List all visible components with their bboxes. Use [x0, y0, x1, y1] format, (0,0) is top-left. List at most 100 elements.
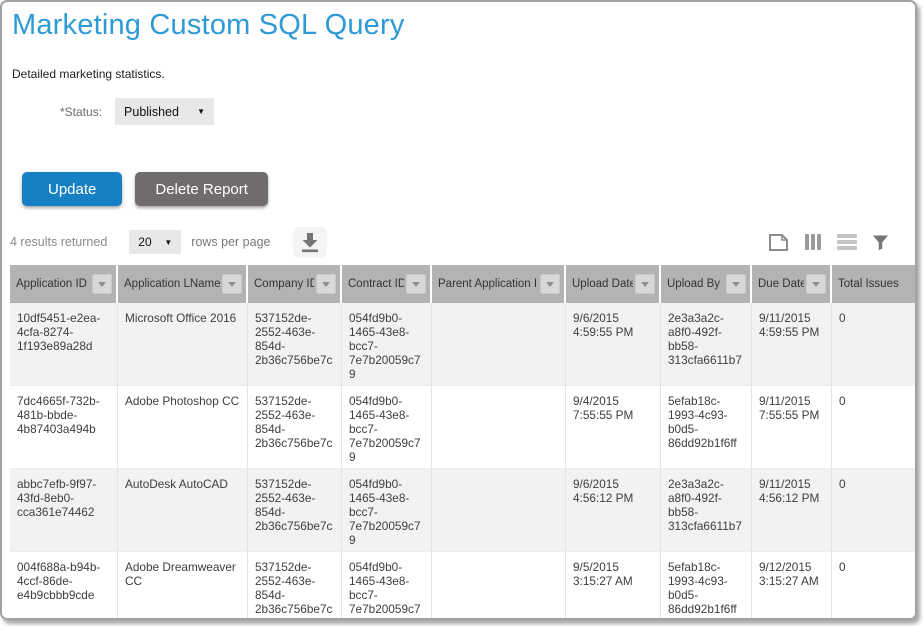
cell-total-issues: 0	[832, 303, 915, 386]
rows-per-page-label: rows per page	[191, 235, 270, 249]
chevron-down-icon	[322, 282, 330, 291]
status-select-value: Published	[124, 105, 179, 119]
column-label: Upload Date	[572, 278, 633, 290]
column-menu-button[interactable]	[540, 274, 560, 294]
cell-company-id: 537152de-2552-463e-854d-2b36c756be7c	[248, 386, 342, 469]
table-header-row: Application ID Application LName Company…	[10, 265, 915, 303]
cell-company-id: 537152de-2552-463e-854d-2b36c756be7c	[248, 552, 342, 620]
chevron-down-icon	[546, 282, 554, 291]
cell-parent-application-id	[432, 469, 566, 552]
column-label: Upload By	[667, 278, 720, 290]
status-label: *Status:	[60, 105, 102, 119]
cell-application-id: 10df5451-e2ea-4cfa-8274-1f193e89a28d	[10, 303, 118, 386]
table-row: abbc7efb-9f97-43fd-8eb0-cca361e74462 Aut…	[10, 469, 915, 552]
column-menu-button[interactable]	[316, 274, 336, 294]
chevron-down-icon	[412, 282, 420, 291]
column-label: Due Date	[758, 278, 804, 290]
column-menu-button[interactable]	[92, 274, 112, 294]
filter-button[interactable]	[872, 234, 889, 251]
chevron-down-icon	[812, 282, 820, 291]
column-menu-button[interactable]	[406, 274, 426, 294]
cell-upload-by: 5efab18c-1993-4c93-b0d5-86dd92b1f6ff	[661, 386, 752, 469]
cell-parent-application-id	[432, 386, 566, 469]
action-buttons: Update Delete Report	[2, 172, 915, 206]
cell-upload-date: 9/4/2015 7:55:55 PM	[566, 386, 661, 469]
column-label: Parent Application ID	[438, 278, 538, 290]
delete-report-button[interactable]: Delete Report	[135, 172, 268, 206]
cell-due-date: 9/11/2015 4:59:55 PM	[752, 303, 832, 386]
table-row: 004f688a-b94b-4ccf-86de-e4b9cbbb9cde Ado…	[10, 552, 915, 620]
cell-upload-by: 2e3a3a2c-a8f0-492f-bb58-313cfa6611b7	[661, 469, 752, 552]
download-button[interactable]	[293, 227, 327, 258]
cell-contract-id: 054fd9b0-1465-43e8-bcc7-7e7b20059c79	[342, 303, 432, 386]
chevron-down-icon: ▼	[197, 107, 205, 116]
column-label: Application ID	[16, 278, 87, 290]
cell-upload-date: 9/5/2015 3:15:27 AM	[566, 552, 661, 620]
chevron-down-icon: ▼	[164, 238, 172, 247]
rows-icon	[837, 233, 857, 251]
results-table: Application ID Application LName Company…	[10, 265, 915, 620]
page-title: Marketing Custom SQL Query	[12, 7, 915, 43]
column-header-application-lname: Application LName	[118, 265, 248, 303]
page: Marketing Custom SQL Query Detailed mark…	[0, 0, 917, 620]
cell-application-id: 7dc4665f-732b-481b-bbde-4b87403a494b	[10, 386, 118, 469]
status-select[interactable]: Published ▼	[115, 98, 214, 125]
cell-contract-id: 054fd9b0-1465-43e8-bcc7-7e7b20059c79	[342, 552, 432, 620]
cell-upload-by: 5efab18c-1993-4c93-b0d5-86dd92b1f6ff	[661, 552, 752, 620]
cell-upload-date: 9/6/2015 4:56:12 PM	[566, 469, 661, 552]
column-header-contract-id: Contract ID	[342, 265, 432, 303]
chevron-down-icon	[641, 282, 649, 291]
chevron-down-icon	[732, 282, 740, 291]
column-header-parent-application-id: Parent Application ID	[432, 265, 566, 303]
column-header-upload-date: Upload Date	[566, 265, 661, 303]
cell-parent-application-id	[432, 303, 566, 386]
column-menu-button[interactable]	[635, 274, 655, 294]
cell-due-date: 9/12/2015 3:15:27 AM	[752, 552, 832, 620]
rows-view-button[interactable]	[837, 233, 857, 251]
cell-application-lname: AutoDesk AutoCAD	[118, 469, 248, 552]
column-menu-button[interactable]	[726, 274, 746, 294]
column-header-company-id: Company ID	[248, 265, 342, 303]
grid-view-options	[768, 233, 889, 252]
chevron-down-icon	[228, 282, 236, 291]
cell-application-id: 004f688a-b94b-4ccf-86de-e4b9cbbb9cde	[10, 552, 118, 620]
results-table-wrap: Application ID Application LName Company…	[10, 265, 915, 620]
cell-application-id: abbc7efb-9f97-43fd-8eb0-cca361e74462	[10, 469, 118, 552]
document-icon	[768, 233, 789, 252]
filter-icon	[872, 234, 889, 251]
cell-application-lname: Adobe Photoshop CC	[118, 386, 248, 469]
column-header-application-id: Application ID	[10, 265, 118, 303]
column-menu-button[interactable]	[222, 274, 242, 294]
column-menu-button[interactable]	[806, 274, 826, 294]
column-header-upload-by: Upload By	[661, 265, 752, 303]
cell-company-id: 537152de-2552-463e-854d-2b36c756be7c	[248, 303, 342, 386]
column-label: Contract ID	[348, 278, 404, 290]
table-row: 7dc4665f-732b-481b-bbde-4b87403a494b Ado…	[10, 386, 915, 469]
columns-view-button[interactable]	[804, 233, 822, 251]
download-icon	[299, 232, 321, 253]
results-count: 4 results returned	[10, 235, 107, 249]
status-row: *Status: Published ▼	[2, 98, 915, 125]
cell-total-issues: 0	[832, 386, 915, 469]
document-view-button[interactable]	[768, 233, 789, 252]
cell-application-lname: Microsoft Office 2016	[118, 303, 248, 386]
grid-toolbar: 4 results returned 20 ▼ rows per page	[2, 226, 915, 258]
cell-company-id: 537152de-2552-463e-854d-2b36c756be7c	[248, 469, 342, 552]
column-header-due-date: Due Date	[752, 265, 832, 303]
columns-icon	[804, 233, 822, 251]
update-button[interactable]: Update	[22, 172, 122, 206]
column-label: Application LName	[124, 278, 220, 290]
column-label: Company ID	[254, 278, 314, 290]
cell-contract-id: 054fd9b0-1465-43e8-bcc7-7e7b20059c79	[342, 386, 432, 469]
cell-due-date: 9/11/2015 7:55:55 PM	[752, 386, 832, 469]
page-size-select[interactable]: 20 ▼	[129, 230, 181, 254]
column-header-total-issues: Total Issues	[832, 265, 915, 303]
page-subtitle: Detailed marketing statistics.	[12, 67, 915, 81]
cell-upload-date: 9/6/2015 4:59:55 PM	[566, 303, 661, 386]
page-size-value: 20	[138, 235, 151, 249]
cell-contract-id: 054fd9b0-1465-43e8-bcc7-7e7b20059c79	[342, 469, 432, 552]
chevron-down-icon	[98, 282, 106, 291]
column-label: Total Issues	[838, 278, 899, 290]
cell-parent-application-id	[432, 552, 566, 620]
cell-total-issues: 0	[832, 552, 915, 620]
